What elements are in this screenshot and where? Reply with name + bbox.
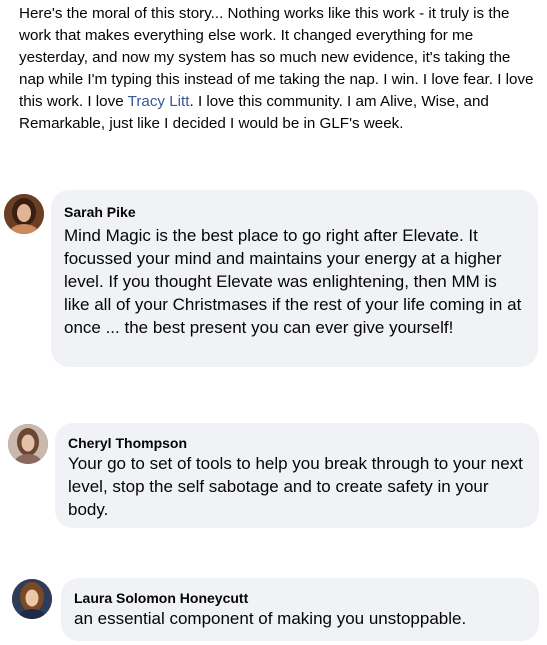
comment-text: an essential component of making you uns… <box>74 609 467 628</box>
mention-link[interactable]: Tracy Litt <box>128 93 190 110</box>
avatar[interactable] <box>4 194 44 234</box>
comment-author[interactable]: Laura Solomon Honeycutt <box>74 589 527 607</box>
comment-text: Mind Magic is the best place to go right… <box>64 226 522 337</box>
comment-text: Your go to set of tools to help you brea… <box>68 454 523 519</box>
comment-bubble: Laura Solomon Honeycutt an essential com… <box>61 578 539 641</box>
comment-bubble: Cheryl Thompson Your go to set of tools … <box>55 423 539 528</box>
comment-author[interactable]: Cheryl Thompson <box>68 434 527 452</box>
post-text: Here's the moral of this story... Nothin… <box>19 3 539 135</box>
comment-bubble: Sarah Pike Mind Magic is the best place … <box>51 190 538 367</box>
avatar[interactable] <box>12 579 52 619</box>
avatar[interactable] <box>8 424 48 464</box>
comment-author[interactable]: Sarah Pike <box>64 203 526 221</box>
